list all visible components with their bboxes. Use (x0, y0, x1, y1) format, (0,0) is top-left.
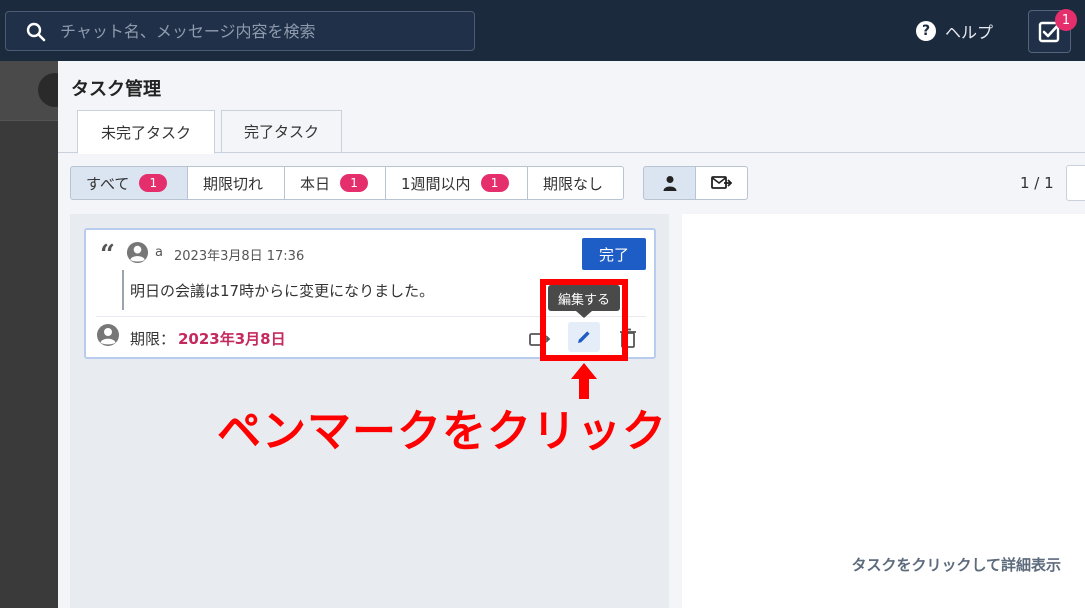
filter-count-badge: 1 (340, 174, 369, 192)
help-link[interactable]: ? ヘルプ (916, 20, 993, 42)
filter-today[interactable]: 本日 1 (284, 166, 386, 200)
filter-label: 期限切れ (203, 174, 264, 193)
task-count-badge: 1 (1055, 9, 1077, 31)
assigned-tasks-button[interactable] (695, 166, 748, 200)
tab-completed[interactable]: 完了タスク (221, 110, 342, 153)
filter-label: 期限なし (543, 174, 604, 193)
filter-overdue[interactable]: 期限切れ (187, 166, 285, 200)
deadline-value: 2023年3月8日 (178, 330, 286, 348)
filter-label: 1週間以内 (401, 174, 471, 193)
assignee-avatar (97, 324, 119, 346)
chat-list-background (0, 61, 72, 608)
filter-label: すべて (86, 174, 130, 193)
highlight-box (540, 279, 628, 361)
detail-hint: タスクをクリックして詳細表示 (851, 556, 1061, 574)
filter-group: すべて 1 期限切れ 本日 1 1週間以内 1 期限なし (70, 166, 624, 200)
filter-count-badge: 1 (139, 174, 168, 192)
deadline-label: 期限： (130, 330, 176, 348)
first-page-button[interactable] (1066, 165, 1085, 201)
chat-list-row (0, 61, 72, 121)
task-tabs: 未完了タスク 完了タスク (58, 110, 1085, 154)
tab-incomplete[interactable]: 未完了タスク (77, 110, 215, 154)
author-name: a (155, 245, 163, 260)
search-placeholder: チャット名、メッセージ内容を検索 (60, 22, 316, 41)
panel-title: タスク管理 (71, 79, 161, 100)
my-tasks-button[interactable] (643, 166, 696, 200)
task-date: 2023年3月8日 17:36 (174, 249, 305, 264)
assigned-tasks-icon (710, 176, 732, 189)
filter-label: 本日 (300, 174, 331, 193)
view-toggle (643, 166, 748, 200)
help-label: ヘルプ (945, 23, 994, 42)
help-icon: ? (916, 21, 936, 41)
author-avatar (126, 241, 149, 264)
instruction-callout: ペンマークをクリック (217, 406, 667, 457)
task-detail-pane: タスクをクリックして詳細表示 (682, 214, 1085, 608)
search-input[interactable]: チャット名、メッセージ内容を検索 (5, 11, 475, 51)
up-arrow-icon (571, 363, 597, 399)
filter-count-badge: 1 (480, 174, 509, 192)
my-tasks-icon (663, 176, 676, 191)
filter-all[interactable]: すべて 1 (70, 166, 188, 200)
search-icon (26, 22, 46, 42)
filter-within-week[interactable]: 1週間以内 1 (385, 166, 528, 200)
quote-line (122, 270, 124, 310)
task-message: 明日の会議は17時からに変更になりました。 (130, 282, 435, 300)
complete-button[interactable]: 完了 (582, 238, 646, 270)
top-bar: チャット名、メッセージ内容を検索 ? ヘルプ 1 (0, 0, 1085, 61)
filter-no-deadline[interactable]: 期限なし (527, 166, 624, 200)
quote-icon: “ (100, 240, 115, 270)
pager-text: 1 / 1 (1020, 174, 1054, 192)
